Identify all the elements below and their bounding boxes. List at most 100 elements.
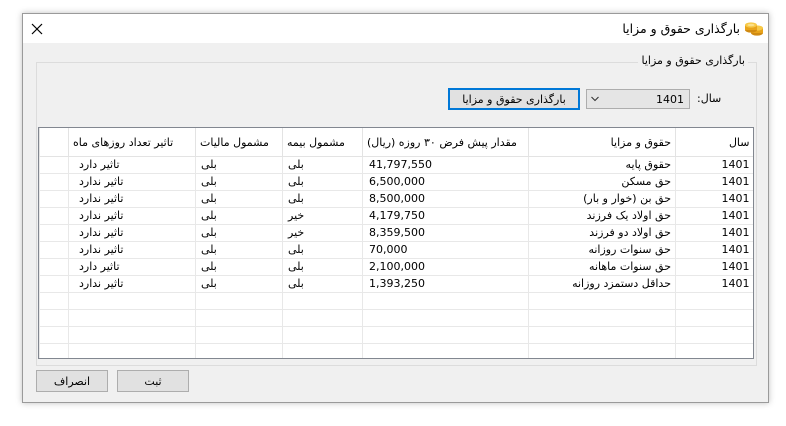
- cell-empty: [528, 292, 676, 310]
- cell-empty: [362, 343, 529, 358]
- cell-empty: [68, 292, 196, 310]
- cell-days-effect: تاثیر ندارد: [68, 224, 196, 242]
- column-header[interactable]: مشمول مالیات: [195, 128, 283, 157]
- cell-benefit-name: حق اولاد یک فرزند: [528, 207, 676, 225]
- table-row[interactable]: 1401 حق سنوات روزانه 70,000 بلی بلی تاثیر ندا…: [39, 241, 753, 259]
- cell-blank: [39, 207, 69, 225]
- column-header[interactable]: مقدار پیش فرض ۳۰ روزه (ریال): [362, 128, 529, 157]
- cell-year: 1401: [675, 207, 753, 225]
- cell-amount: 70,000: [362, 241, 529, 259]
- empty-row: [39, 292, 753, 310]
- cell-tax: بلی: [195, 207, 283, 225]
- column-header[interactable]: سال: [675, 128, 753, 157]
- cell-insurance: بلی: [282, 241, 363, 259]
- cell-tax: بلی: [195, 173, 283, 191]
- save-button[interactable]: ثبت: [117, 370, 189, 392]
- cell-benefit-name: حق سنوات ماهانه: [528, 258, 676, 276]
- cell-insurance: بلی: [282, 190, 363, 208]
- cell-tax: بلی: [195, 258, 283, 276]
- cell-insurance: خیر: [282, 224, 363, 242]
- table-row[interactable]: 1401 حق اولاد دو فرزند 8,359,500 خیر بلی تاثی…: [39, 224, 753, 242]
- cell-empty: [282, 292, 363, 310]
- cell-empty: [195, 292, 283, 310]
- cell-empty: [675, 343, 753, 358]
- cell-empty: [195, 343, 283, 358]
- cell-insurance: بلی: [282, 275, 363, 293]
- cell-amount: 1,393,250: [362, 275, 529, 293]
- cancel-button[interactable]: انصراف: [36, 370, 108, 392]
- cell-year: 1401: [675, 190, 753, 208]
- cell-empty: [39, 326, 69, 344]
- cell-empty: [675, 309, 753, 327]
- cell-amount: 2,100,000: [362, 258, 529, 276]
- benefits-grid[interactable]: سال حقوق و مزایا مقدار پیش فرض ۳۰ روزه (ری…: [38, 127, 754, 359]
- cell-empty: [68, 309, 196, 327]
- table-row[interactable]: 1401 حق بن (خوار و بار) 8,500,000 بلی بلی تاث…: [39, 190, 753, 208]
- table-row[interactable]: 1401 حداقل دستمزد روزانه 1,393,250 بلی بلی تا…: [39, 275, 753, 293]
- cell-empty: [39, 343, 69, 358]
- cell-benefit-name: حقوق پایه: [528, 156, 676, 174]
- cell-days-effect: تاثیر ندارد: [68, 190, 196, 208]
- cell-empty: [528, 326, 676, 344]
- cell-empty: [528, 343, 676, 358]
- column-header[interactable]: تاثیر تعداد روزهای ماه: [68, 128, 196, 157]
- cell-empty: [362, 326, 529, 344]
- table-body: 1401 حقوق پایه 41,797,550 بلی بلی تاثیر دارد 1…: [39, 156, 753, 358]
- cell-amount: 4,179,750: [362, 207, 529, 225]
- cell-year: 1401: [675, 275, 753, 293]
- column-header[interactable]: مشمول بیمه: [282, 128, 363, 157]
- cell-insurance: بلی: [282, 156, 363, 174]
- column-header-blank: [39, 128, 69, 157]
- cell-days-effect: تاثیر ندارد: [68, 173, 196, 191]
- year-select-value: 1401: [656, 93, 684, 106]
- column-header[interactable]: حقوق و مزایا: [528, 128, 676, 157]
- cell-tax: بلی: [195, 241, 283, 259]
- cell-empty: [39, 292, 69, 310]
- table-row[interactable]: 1401 حق سنوات ماهانه 2,100,000 بلی بلی تاثیر …: [39, 258, 753, 276]
- groupbox-legend: بارگذاری حقوق و مزایا: [638, 54, 748, 67]
- cell-year: 1401: [675, 224, 753, 242]
- cell-blank: [39, 258, 69, 276]
- cell-benefit-name: حق اولاد دو فرزند: [528, 224, 676, 242]
- cell-empty: [675, 326, 753, 344]
- cell-year: 1401: [675, 173, 753, 191]
- cell-benefit-name: حق بن (خوار و بار): [528, 190, 676, 208]
- cell-days-effect: تاثیر دارد: [68, 156, 196, 174]
- cell-blank: [39, 275, 69, 293]
- cell-benefit-name: حق سنوات روزانه: [528, 241, 676, 259]
- cell-empty: [282, 309, 363, 327]
- benefits-table: سال حقوق و مزایا مقدار پیش فرض ۳۰ روزه (ری…: [39, 128, 753, 358]
- cell-insurance: بلی: [282, 258, 363, 276]
- table-row[interactable]: 1401 حقوق پایه 41,797,550 بلی بلی تاثیر دارد: [39, 156, 753, 174]
- cell-year: 1401: [675, 241, 753, 259]
- table-header-row: سال حقوق و مزایا مقدار پیش فرض ۳۰ روزه (ری…: [39, 128, 753, 157]
- table-row[interactable]: 1401 حق اولاد یک فرزند 4,179,750 خیر بلی تاثی…: [39, 207, 753, 225]
- empty-row: [39, 343, 753, 358]
- cell-amount: 41,797,550: [362, 156, 529, 174]
- cell-benefit-name: حداقل دستمزد روزانه: [528, 275, 676, 293]
- cell-empty: [195, 326, 283, 344]
- cell-tax: بلی: [195, 190, 283, 208]
- cell-days-effect: تاثیر ندارد: [68, 275, 196, 293]
- cell-tax: بلی: [195, 156, 283, 174]
- cell-insurance: بلی: [282, 173, 363, 191]
- load-benefits-button[interactable]: بارگذاری حقوق و مزایا: [448, 88, 580, 110]
- year-select[interactable]: 1401: [586, 89, 690, 109]
- close-icon[interactable]: [27, 19, 47, 39]
- table-row[interactable]: 1401 حق مسکن 6,500,000 بلی بلی تاثیر ندارد: [39, 173, 753, 191]
- cell-tax: بلی: [195, 275, 283, 293]
- cell-empty: [68, 326, 196, 344]
- cell-blank: [39, 224, 69, 242]
- cell-blank: [39, 173, 69, 191]
- cell-empty: [68, 343, 196, 358]
- empty-row: [39, 309, 753, 327]
- cell-amount: 6,500,000: [362, 173, 529, 191]
- cell-empty: [282, 326, 363, 344]
- chevron-down-icon: [591, 96, 599, 102]
- cell-year: 1401: [675, 156, 753, 174]
- cell-blank: [39, 156, 69, 174]
- cell-empty: [362, 309, 529, 327]
- cell-days-effect: تاثیر دارد: [68, 258, 196, 276]
- cell-year: 1401: [675, 258, 753, 276]
- cell-insurance: خیر: [282, 207, 363, 225]
